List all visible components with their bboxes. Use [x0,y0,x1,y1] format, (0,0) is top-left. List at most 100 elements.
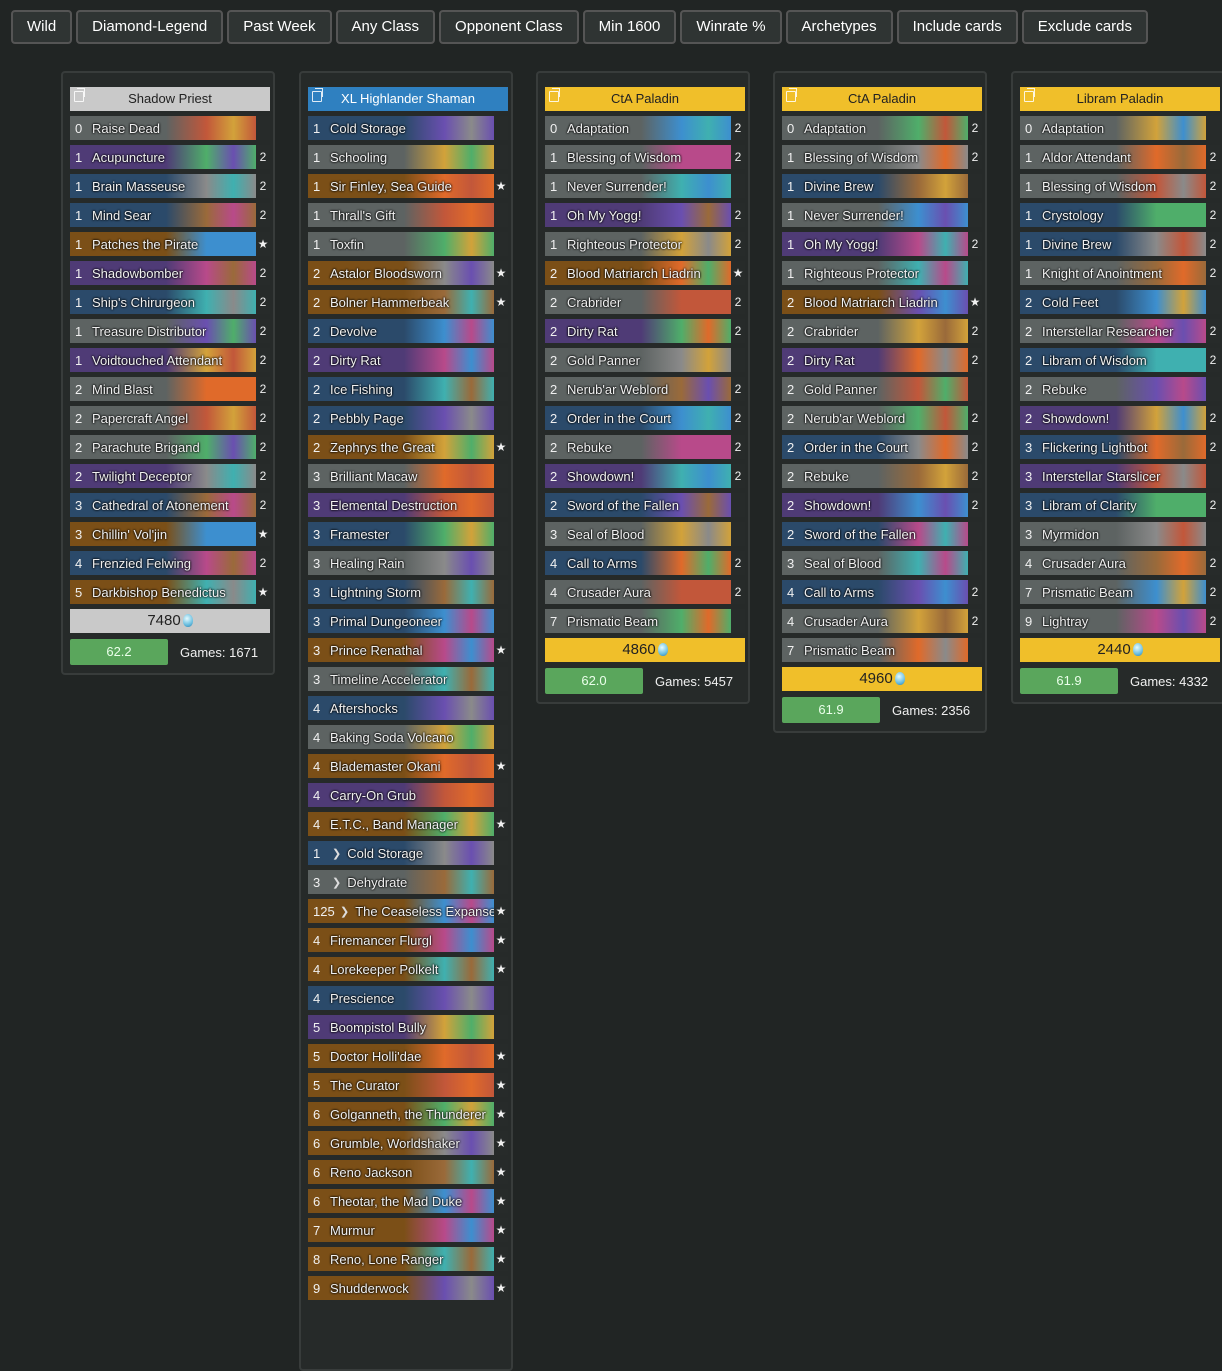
card-row[interactable]: 4 Prescience [308,986,508,1010]
card-row[interactable]: 1 Never Surrender! [545,174,745,198]
card-row[interactable]: 2 Astalor Bloodsworn ★ [308,261,508,285]
card-row[interactable]: 6 Reno Jackson ★ [308,1160,508,1184]
card-row[interactable]: 5 Boompistol Bully [308,1015,508,1039]
filter-sort-button[interactable]: Winrate % [680,10,782,44]
card-row[interactable]: 1 Divine Brew 2 [1020,232,1220,256]
card-row[interactable]: 0 Raise Dead [70,116,270,140]
card-row[interactable]: 5 Doctor Holli'dae ★ [308,1044,508,1068]
card-row[interactable]: 3 Elemental Destruction [308,493,508,517]
filter-rank-button[interactable]: Diamond-Legend [76,10,224,44]
card-row[interactable]: 4 Baking Soda Volcano [308,725,508,749]
card-row[interactable]: 2 Sword of the Fallen [545,493,745,517]
card-row[interactable]: 1 Crystology 2 [1020,203,1220,227]
card-row[interactable]: 6 Golganneth, the Thunderer ★ [308,1102,508,1126]
card-row[interactable]: 9 Shudderwock ★ [308,1276,508,1300]
card-row[interactable]: 1 Cold Storage [308,116,508,140]
card-row[interactable]: 5 The Curator ★ [308,1073,508,1097]
card-row[interactable]: 1 Mind Sear 2 [70,203,270,227]
card-row[interactable]: 4 Call to Arms 2 [545,551,745,575]
card-row[interactable]: 4 Frenzied Felwing 2 [70,551,270,575]
card-row[interactable]: 2 Rebuke [1020,377,1220,401]
card-row[interactable]: 1 Toxfin [308,232,508,256]
filter-exclude-cards-button[interactable]: Exclude cards [1021,10,1149,44]
card-row[interactable]: 3 Primal Dungeoneer [308,609,508,633]
card-row[interactable]: 4 Call to Arms 2 [782,580,982,604]
card-row[interactable]: 1 Blessing of Wisdom 2 [545,145,745,169]
card-row[interactable]: 2 Showdown! 2 [545,464,745,488]
deck-title[interactable]: CtA Paladin [545,87,745,111]
card-row[interactable]: 3 Brilliant Macaw [308,464,508,488]
card-row[interactable]: 2 Mind Blast 2 [70,377,270,401]
card-row[interactable]: 2 Devolve [308,319,508,343]
card-row[interactable]: 3 Cathedral of Atonement 2 [70,493,270,517]
card-row[interactable]: 1 Knight of Anointment 2 [1020,261,1220,285]
card-row[interactable]: 6 Grumble, Worldshaker ★ [308,1131,508,1155]
card-row[interactable]: 2 Crabrider 2 [545,290,745,314]
card-row[interactable]: 2 Blood Matriarch Liadrin ★ [545,261,745,285]
card-row[interactable]: 2 Dirty Rat [308,348,508,372]
card-row[interactable]: 2 Gold Panner [545,348,745,372]
card-row[interactable]: 7 Murmur ★ [308,1218,508,1242]
card-row[interactable]: 2 Interstellar Researcher 2 [1020,319,1220,343]
card-row[interactable]: 8 Reno, Lone Ranger ★ [308,1247,508,1271]
card-row[interactable]: 1 Acupuncture 2 [70,145,270,169]
card-row[interactable]: 9 Lightray 2 [1020,609,1220,633]
deck-title[interactable]: Libram Paladin [1020,87,1220,111]
card-row[interactable]: 3 ❯ Dehydrate [308,870,508,894]
card-row[interactable]: 1 Treasure Distributor 2 [70,319,270,343]
card-row[interactable]: 4 Crusader Aura 2 [545,580,745,604]
filter-class-button[interactable]: Any Class [335,10,436,44]
card-row[interactable]: 2 Parachute Brigand 2 [70,435,270,459]
card-row[interactable]: 3 Seal of Blood [782,551,982,575]
card-row[interactable]: 0 Adaptation 2 [782,116,982,140]
card-row[interactable]: 2 Pebbly Page [308,406,508,430]
card-row[interactable]: 2 Cold Feet [1020,290,1220,314]
card-row[interactable]: 2 Twilight Deceptor 2 [70,464,270,488]
deck-title[interactable]: XL Highlander Shaman [308,87,508,111]
card-row[interactable]: 1 Blessing of Wisdom 2 [782,145,982,169]
card-row[interactable]: 2 Zephrys the Great ★ [308,435,508,459]
deck-title[interactable]: CtA Paladin [782,87,982,111]
card-row[interactable]: 3 Timeline Accelerator [308,667,508,691]
card-row[interactable]: 2 Sword of the Fallen [782,522,982,546]
card-row[interactable]: 1 Voidtouched Attendant 2 [70,348,270,372]
card-row[interactable]: 2 Ice Fishing [308,377,508,401]
card-row[interactable]: 1 Brain Masseuse 2 [70,174,270,198]
card-row[interactable]: 7 Prismatic Beam [545,609,745,633]
card-row[interactable]: 4 Crusader Aura 2 [1020,551,1220,575]
deck-title[interactable]: Shadow Priest [70,87,270,111]
card-row[interactable]: 7 Prismatic Beam [782,638,982,662]
card-row[interactable]: 6 Theotar, the Mad Duke ★ [308,1189,508,1213]
card-row[interactable]: 5 Darkbishop Benedictus ★ [70,580,270,604]
card-row[interactable]: 3 Libram of Clarity 2 [1020,493,1220,517]
filter-format-button[interactable]: Wild [11,10,73,44]
card-row[interactable]: 2 Blood Matriarch Liadrin ★ [782,290,982,314]
card-row[interactable]: 3 Interstellar Starslicer [1020,464,1220,488]
filter-archetypes-button[interactable]: Archetypes [785,10,893,44]
card-row[interactable]: 2 Papercraft Angel 2 [70,406,270,430]
card-row[interactable]: 1 Ship's Chirurgeon 2 [70,290,270,314]
card-row[interactable]: 2 Gold Panner [782,377,982,401]
copy-deck-icon[interactable] [549,88,560,102]
card-row[interactable]: 2 Order in the Court 2 [545,406,745,430]
card-row[interactable]: 2 Dirty Rat 2 [545,319,745,343]
copy-deck-icon[interactable] [74,88,85,102]
card-row[interactable]: 0 Adaptation [1020,116,1220,140]
card-row[interactable]: 2 Nerub'ar Weblord 2 [545,377,745,401]
card-row[interactable]: 7 Prismatic Beam 2 [1020,580,1220,604]
card-row[interactable]: 3 Chillin' Vol'jin ★ [70,522,270,546]
card-row[interactable]: 1 Blessing of Wisdom 2 [1020,174,1220,198]
copy-deck-icon[interactable] [786,88,797,102]
card-row[interactable]: 3 Framester [308,522,508,546]
card-row[interactable]: 1 Never Surrender! [782,203,982,227]
card-row[interactable]: 4 Blademaster Okani ★ [308,754,508,778]
card-row[interactable]: 4 Crusader Aura 2 [782,609,982,633]
card-row[interactable]: 2 Crabrider 2 [782,319,982,343]
card-row[interactable]: 1 ❯ Cold Storage [308,841,508,865]
card-row[interactable]: 125 ❯ The Ceaseless Expanse ★ [308,899,508,923]
filter-include-cards-button[interactable]: Include cards [896,10,1018,44]
card-row[interactable]: 4 Aftershocks [308,696,508,720]
card-row[interactable]: 1 Aldor Attendant 2 [1020,145,1220,169]
card-row[interactable]: 1 Divine Brew [782,174,982,198]
card-row[interactable]: 1 Righteous Protector [782,261,982,285]
